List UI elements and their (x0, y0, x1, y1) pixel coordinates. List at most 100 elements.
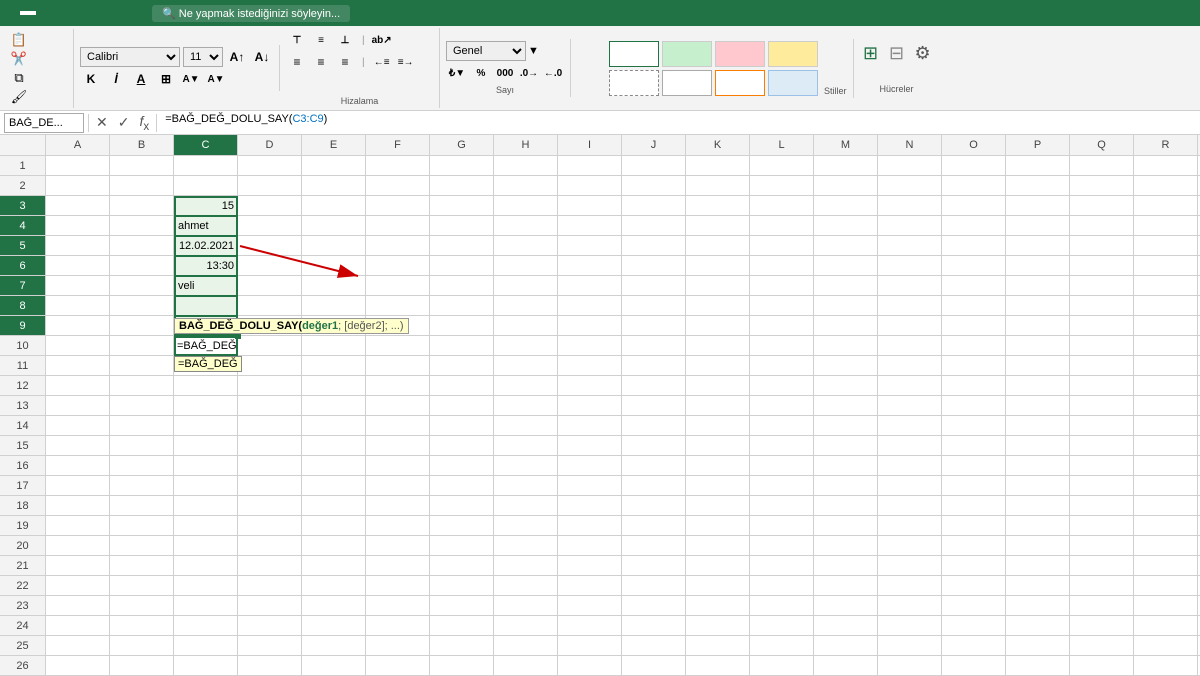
cell-O9[interactable] (942, 316, 1006, 336)
cell-E22[interactable] (302, 576, 366, 596)
yapistir-button[interactable]: 📋 (8, 31, 69, 49)
cell-I15[interactable] (558, 436, 622, 456)
cell-D17[interactable] (238, 476, 302, 496)
cell-G25[interactable] (430, 636, 494, 656)
cell-E26[interactable] (302, 656, 366, 676)
cell-M13[interactable] (814, 396, 878, 416)
col-header-N[interactable]: N (878, 135, 942, 155)
cell-L14[interactable] (750, 416, 814, 436)
cell-L12[interactable] (750, 376, 814, 396)
cell-I9[interactable] (558, 316, 622, 336)
cell-F24[interactable] (366, 616, 430, 636)
cell-P12[interactable] (1006, 376, 1070, 396)
cell-N13[interactable] (878, 396, 942, 416)
cell-J13[interactable] (622, 396, 686, 416)
row-header-18[interactable]: 18 (0, 496, 46, 516)
cell-D7[interactable] (238, 276, 302, 296)
cell-F10[interactable] (366, 336, 430, 356)
menu-giris[interactable] (20, 11, 36, 15)
cell-K14[interactable] (686, 416, 750, 436)
cell-H3[interactable] (494, 196, 558, 216)
row-header-5[interactable]: 5 (0, 236, 46, 256)
row-header-14[interactable]: 14 (0, 416, 46, 436)
cell-A15[interactable] (46, 436, 110, 456)
cell-E15[interactable] (302, 436, 366, 456)
cell-K20[interactable] (686, 536, 750, 556)
cell-B16[interactable] (110, 456, 174, 476)
cell-F3[interactable] (366, 196, 430, 216)
cell-A18[interactable] (46, 496, 110, 516)
cell-F5[interactable] (366, 236, 430, 256)
cell-H26[interactable] (494, 656, 558, 676)
cell-P16[interactable] (1006, 456, 1070, 476)
col-header-F[interactable]: F (366, 135, 430, 155)
cell-G7[interactable] (430, 276, 494, 296)
cell-H15[interactable] (494, 436, 558, 456)
cell-A5[interactable] (46, 236, 110, 256)
comma-button[interactable]: 000 (494, 63, 516, 83)
cell-B15[interactable] (110, 436, 174, 456)
cell-M19[interactable] (814, 516, 878, 536)
cell-M9[interactable] (814, 316, 878, 336)
cell-L6[interactable] (750, 256, 814, 276)
cell-Q16[interactable] (1070, 456, 1134, 476)
cell-N22[interactable] (878, 576, 942, 596)
style-aciklama[interactable] (609, 70, 659, 96)
cell-N16[interactable] (878, 456, 942, 476)
font-size-select[interactable]: 11 (183, 47, 223, 67)
cell-K3[interactable] (686, 196, 750, 216)
cell-O24[interactable] (942, 616, 1006, 636)
cell-A24[interactable] (46, 616, 110, 636)
cell-P20[interactable] (1006, 536, 1070, 556)
font-color-button[interactable]: A▼ (205, 69, 227, 89)
cell-H5[interactable] (494, 236, 558, 256)
cell-I21[interactable] (558, 556, 622, 576)
cell-F19[interactable] (366, 516, 430, 536)
cell-M17[interactable] (814, 476, 878, 496)
row-header-19[interactable]: 19 (0, 516, 46, 536)
cell-E7[interactable] (302, 276, 366, 296)
cell-K5[interactable] (686, 236, 750, 256)
cell-O2[interactable] (942, 176, 1006, 196)
cell-Q11[interactable] (1070, 356, 1134, 376)
cell-H16[interactable] (494, 456, 558, 476)
increase-decimal-button[interactable]: .0→ (518, 63, 540, 83)
cell-M16[interactable] (814, 456, 878, 476)
cell-N8[interactable] (878, 296, 942, 316)
cell-C3[interactable]: 15 (174, 196, 238, 216)
merge-center-button[interactable] (286, 76, 308, 96)
cell-E6[interactable] (302, 256, 366, 276)
cell-P13[interactable] (1006, 396, 1070, 416)
cell-G5[interactable] (430, 236, 494, 256)
cell-C6[interactable]: 13:30 (174, 256, 238, 276)
cell-M14[interactable] (814, 416, 878, 436)
cell-C16[interactable] (174, 456, 238, 476)
cell-F1[interactable] (366, 156, 430, 176)
cell-I7[interactable] (558, 276, 622, 296)
cell-A21[interactable] (46, 556, 110, 576)
cell-R13[interactable] (1134, 396, 1198, 416)
cell-Q25[interactable] (1070, 636, 1134, 656)
cell-C5[interactable]: 12.02.2021 (174, 236, 238, 256)
center-align-button[interactable]: ≡ (310, 52, 332, 72)
col-header-E[interactable]: E (302, 135, 366, 155)
cell-K17[interactable] (686, 476, 750, 496)
cell-R17[interactable] (1134, 476, 1198, 496)
cell-E17[interactable] (302, 476, 366, 496)
formula-input[interactable]: =BAĞ_DEĞ_DOLU_SAY(C3:C9) (161, 113, 1196, 133)
cell-M15[interactable] (814, 436, 878, 456)
cell-Q1[interactable] (1070, 156, 1134, 176)
cell-M2[interactable] (814, 176, 878, 196)
cell-D14[interactable] (238, 416, 302, 436)
right-align-button[interactable]: ≡ (334, 52, 356, 72)
cell-O18[interactable] (942, 496, 1006, 516)
cell-K21[interactable] (686, 556, 750, 576)
kopyala-button[interactable]: ⧉ (8, 69, 69, 87)
cell-B14[interactable] (110, 416, 174, 436)
cell-D15[interactable] (238, 436, 302, 456)
style-notr[interactable] (768, 41, 818, 67)
cell-A16[interactable] (46, 456, 110, 476)
cell-Q2[interactable] (1070, 176, 1134, 196)
menu-veri[interactable] (84, 11, 100, 15)
col-header-O[interactable]: O (942, 135, 1006, 155)
